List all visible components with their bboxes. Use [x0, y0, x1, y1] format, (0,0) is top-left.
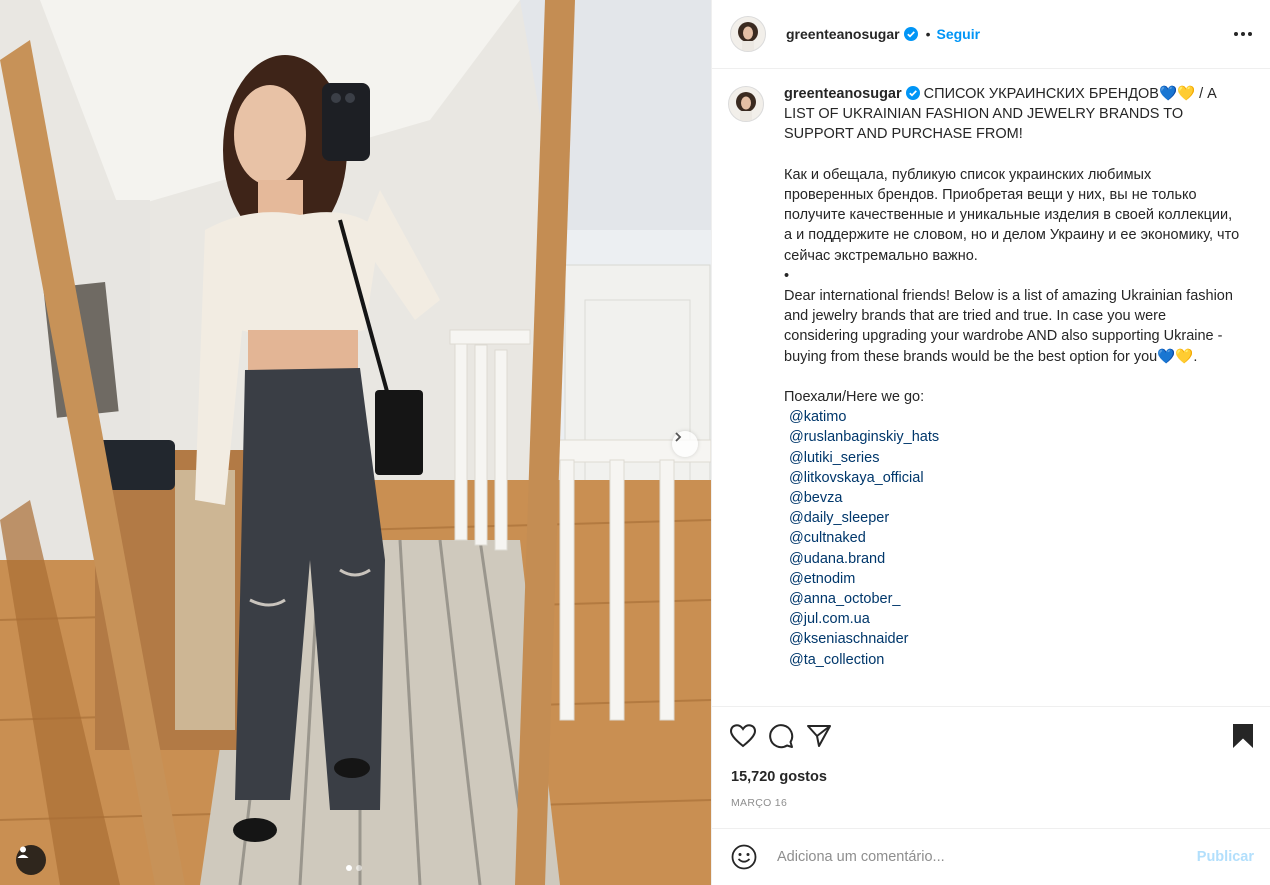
carousel-next-button[interactable] [672, 431, 698, 457]
mention-link[interactable]: @bevza [789, 488, 1270, 508]
caption-text-block: greenteanosugar СПИСОК УКРАИНСКИХ БРЕНДО… [784, 84, 1244, 407]
caption-username[interactable]: greenteanosugar [784, 86, 902, 102]
mention-link[interactable]: @kseniaschnaider [789, 629, 1270, 649]
separator-bullet: • [925, 26, 931, 42]
mention-link[interactable]: @etnodim [789, 569, 1270, 589]
bookmark-icon [1233, 724, 1253, 748]
carousel-indicator [346, 865, 362, 871]
header-username[interactable]: greenteanosugar [786, 26, 900, 42]
mention-link[interactable]: @anna_october_ [789, 589, 1270, 609]
mention-link[interactable]: @daily_sleeper [789, 508, 1270, 528]
like-button[interactable] [730, 724, 756, 748]
publish-button[interactable]: Publicar [1197, 849, 1254, 865]
tagged-users-button[interactable] [16, 845, 46, 875]
mention-link[interactable]: @ta_collection [789, 650, 1270, 670]
save-button[interactable] [1232, 723, 1254, 749]
post-side-panel: greenteanosugar • Seguir greenteanosugar… [711, 0, 1270, 885]
verified-badge-icon [903, 27, 918, 41]
profile-picture-icon [736, 92, 756, 121]
heart-icon [730, 724, 756, 748]
more-options-icon [1234, 32, 1238, 36]
carousel-dot-1 [346, 865, 352, 871]
caption-text: СПИСОК УКРАИНСКИХ БРЕНДОВ💙💛 / A LIST OF … [784, 86, 1240, 406]
action-bar [712, 707, 1270, 765]
follow-button[interactable]: Seguir [937, 26, 981, 42]
mention-link[interactable]: @lutiki_series [789, 448, 1270, 468]
more-options-button[interactable] [1234, 32, 1252, 36]
more-options-dot [1248, 32, 1252, 36]
share-icon [807, 725, 831, 747]
post-date[interactable]: MARÇO 16 [712, 797, 1270, 809]
comment-input[interactable] [777, 849, 1197, 865]
profile-picture-icon [738, 22, 758, 51]
comment-form: Publicar [712, 828, 1270, 885]
more-options-dot [1241, 32, 1245, 36]
mention-link[interactable]: @jul.com.ua [789, 609, 1270, 629]
post-photo[interactable] [0, 0, 711, 885]
mirror-selfie-image [0, 0, 711, 885]
comment-button[interactable] [768, 723, 794, 749]
comment-icon [769, 724, 794, 749]
caption-avatar[interactable] [728, 86, 764, 122]
likes-count[interactable]: 15,720 gostos [712, 769, 1270, 785]
mention-link[interactable]: @cultnaked [789, 528, 1270, 548]
user-tag-icon [17, 846, 29, 858]
share-button[interactable] [806, 724, 832, 748]
caption-scroll-area[interactable]: greenteanosugar СПИСОК УКРАИНСКИХ БРЕНДО… [712, 70, 1270, 706]
mention-link[interactable]: @ruslanbaginskiy_hats [789, 427, 1270, 447]
post-header: greenteanosugar • Seguir [712, 0, 1270, 69]
emoji-button[interactable] [731, 844, 757, 870]
mention-link[interactable]: @katimo [789, 407, 1270, 427]
post-actions-section: 15,720 gostos MARÇO 16 [712, 706, 1270, 809]
mention-list: @katimo @ruslanbaginskiy_hats @lutiki_seri… [789, 407, 1270, 670]
mention-link[interactable]: @udana.brand [789, 549, 1270, 569]
caption-row: greenteanosugar СПИСОК УКРАИНСКИХ БРЕНДО… [712, 70, 1270, 407]
emoji-icon [731, 844, 757, 870]
carousel-dot-2 [356, 865, 362, 871]
mention-link[interactable]: @litkovskaya_official [789, 468, 1270, 488]
chevron-right-icon [675, 432, 682, 442]
avatar[interactable] [730, 16, 766, 52]
verified-badge-icon [905, 86, 920, 100]
